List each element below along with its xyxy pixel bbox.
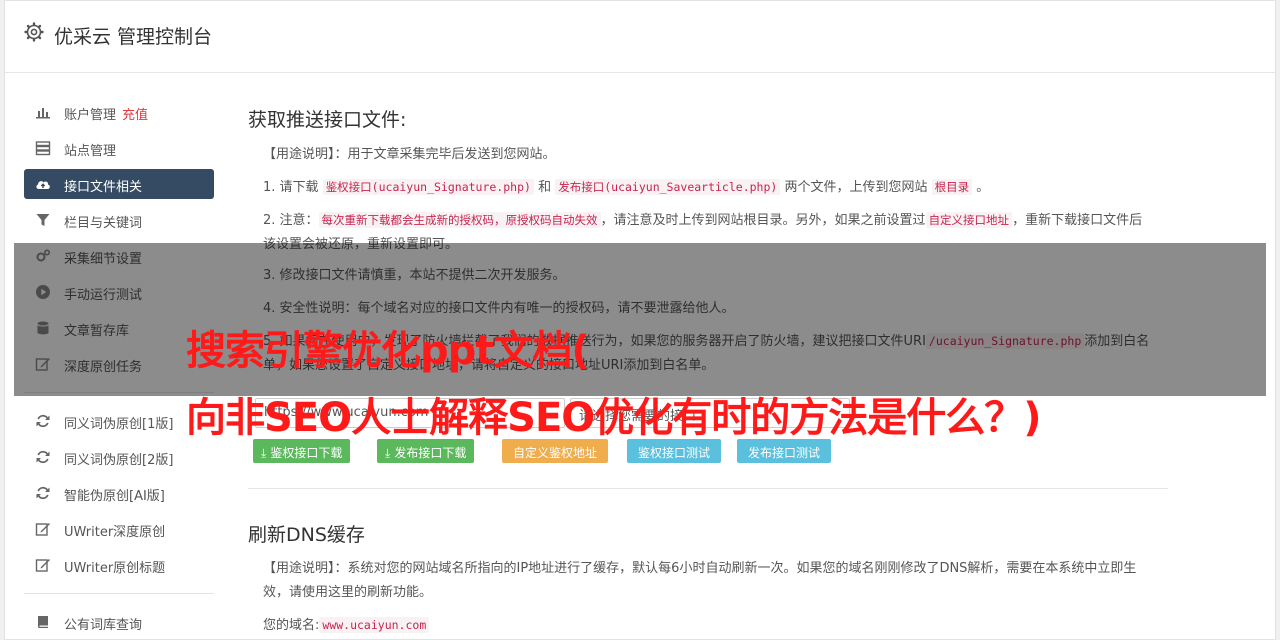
domain-row: 您的域名: www.ucaiyun.com bbox=[263, 613, 1153, 638]
sidebar-item-label: 接口文件相关 bbox=[64, 180, 143, 195]
filter-icon bbox=[36, 214, 50, 226]
domain-value: www.ucaiyun.com bbox=[319, 617, 430, 633]
step-text: 。 bbox=[976, 180, 990, 195]
sidebar-item-uwriter-title[interactable]: UWriter原创标题 bbox=[24, 550, 214, 580]
root-dir: 根目录 bbox=[931, 179, 973, 195]
section-title-dns: 刷新DNS缓存 bbox=[248, 524, 365, 546]
sidebar-item-label: 站点管理 bbox=[64, 144, 117, 159]
sidebar-item-label: 同义词伪原创[2版] bbox=[64, 453, 174, 468]
cloud-upload-icon bbox=[36, 181, 50, 189]
sidebar-item-ai-rewrite[interactable]: 智能伪原创[AI版] bbox=[24, 478, 214, 508]
sidebar-item-label: 智能伪原创[AI版] bbox=[64, 489, 165, 504]
section-divider bbox=[248, 488, 1168, 489]
sidebar-item-uwriter-deep[interactable]: UWriter深度原创 bbox=[24, 514, 214, 544]
publish-file-name: 发布接口(ucaiyun_Savearticle.php) bbox=[555, 179, 781, 195]
custom-interface-text: 自定义接口地址 bbox=[925, 212, 1013, 228]
header: 优采云 管理控制台 bbox=[5, 1, 1275, 73]
sidebar-item-label: 账户管理 bbox=[64, 108, 117, 123]
sidebar-item-label: 栏目与关键词 bbox=[64, 216, 143, 231]
step-text: ，请注意及时上传到网站根目录。另外，如果之前设置过 bbox=[600, 213, 926, 228]
button-label: 鉴权接口下载 bbox=[270, 446, 343, 460]
sidebar-item-label: UWriter深度原创 bbox=[64, 525, 166, 540]
refresh-icon bbox=[36, 486, 50, 500]
sidebar-item-sites[interactable]: 站点管理 bbox=[24, 133, 214, 163]
edit-icon bbox=[35, 559, 50, 572]
edit-icon bbox=[35, 523, 50, 536]
refresh-icon bbox=[36, 414, 50, 428]
server-icon bbox=[35, 141, 51, 156]
book-icon bbox=[38, 616, 48, 628]
step-1: 1. 请下载 鉴权接口(ucaiyun_Signature.php) 和 发布接… bbox=[263, 175, 1153, 200]
recharge-link[interactable]: 充值 bbox=[122, 108, 148, 123]
sidebar-item-label: UWriter原创标题 bbox=[64, 561, 166, 576]
usage-note: 【用途说明】：用于文章采集完毕后发送到您网站。 bbox=[263, 147, 556, 162]
sidebar-item-account[interactable]: 账户管理 充值 bbox=[24, 97, 214, 127]
button-label: 发布接口下载 bbox=[394, 446, 467, 460]
download-icon: ⤓ bbox=[385, 446, 391, 460]
download-icon: ⤓ bbox=[261, 446, 267, 460]
sidebar-divider bbox=[24, 593, 214, 594]
headline-line-1: 搜索引擎优化ppt文档( bbox=[186, 328, 590, 374]
sidebar-item-label: 公有词库查询 bbox=[64, 618, 143, 633]
sidebar-item-public-lexicon[interactable]: 公有词库查询 bbox=[24, 607, 214, 637]
warning-text: 每次重新下载都会生成新的授权码，原授权码自动失效 bbox=[318, 212, 601, 228]
domain-label: 您的域名: bbox=[263, 618, 320, 633]
sidebar-item-columns-keywords[interactable]: 栏目与关键词 bbox=[24, 205, 214, 235]
step-text: 2. 注意： bbox=[263, 213, 319, 228]
sidebar-item-interface-files[interactable]: 接口文件相关 bbox=[24, 169, 214, 199]
bar-chart-icon bbox=[36, 108, 50, 119]
step-text: 两个文件，上传到您网站 bbox=[784, 180, 928, 195]
sidebar-item-label: 同义词伪原创[1版] bbox=[64, 417, 174, 432]
dns-usage-note: 【用途说明】：系统对您的网站域名所指向的IP地址进行了缓存，默认每6小时自动刷新… bbox=[263, 561, 1137, 600]
step-text: 和 bbox=[538, 180, 552, 195]
section-title-interface: 获取推送接口文件: bbox=[248, 109, 407, 131]
step-text: 1. 请下载 bbox=[263, 180, 319, 195]
gear-icon[interactable] bbox=[24, 22, 44, 42]
app-title: 优采云 管理控制台 bbox=[54, 26, 213, 48]
sidebar-item-synonym-v2[interactable]: 同义词伪原创[2版] bbox=[24, 442, 214, 472]
headline-line-2: 向非SEO人士解释SEO优化有时的方法是什么？) bbox=[186, 395, 1042, 441]
refresh-icon bbox=[36, 450, 50, 464]
auth-file-name: 鉴权接口(ucaiyun_Signature.php) bbox=[322, 179, 534, 195]
